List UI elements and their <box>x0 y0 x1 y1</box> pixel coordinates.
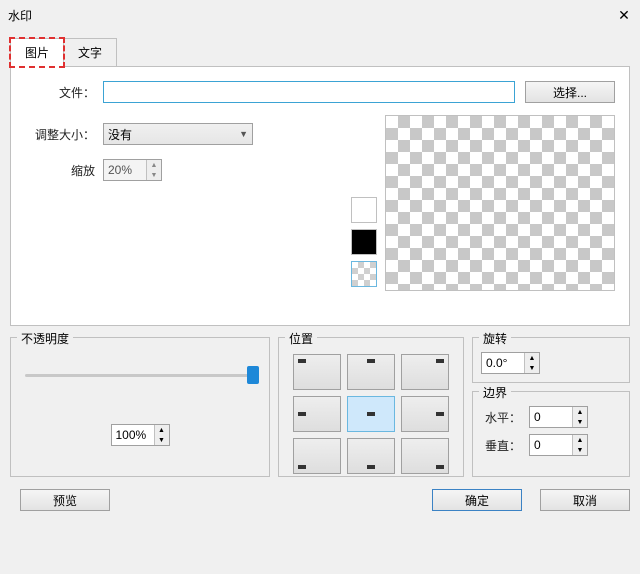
file-input[interactable] <box>103 81 515 103</box>
tab-image[interactable]: 图片 <box>10 38 64 67</box>
window-title: 水印 <box>8 7 616 24</box>
resize-select[interactable]: 没有 ▼ <box>103 123 253 145</box>
border-h-spinner[interactable]: ▲▼ <box>529 406 588 428</box>
border-group: 边界 水平： ▲▼ 垂直： ▲▼ <box>472 391 630 477</box>
watermark-dialog: 水印 ✕ 图片 文字 文件： 选择... 调整大小： 没有 ▼ 缩放 ▲▼ <box>0 0 640 574</box>
position-group: 位置 <box>278 337 464 477</box>
arrow-down-icon[interactable]: ▼ <box>525 363 539 373</box>
rotation-group: 旋转 ▲▼ <box>472 337 630 383</box>
scale-spinner: ▲▼ <box>103 159 162 181</box>
rotation-spinner[interactable]: ▲▼ <box>481 352 540 374</box>
position-grid <box>287 354 455 474</box>
opacity-input[interactable] <box>112 425 154 445</box>
preview-button[interactable]: 预览 <box>20 489 110 511</box>
choose-button[interactable]: 选择... <box>525 81 615 103</box>
slider-track <box>25 374 255 377</box>
border-v-label: 垂直： <box>481 437 529 454</box>
arrow-up-icon: ▲ <box>147 160 161 170</box>
opacity-spinner[interactable]: ▲▼ <box>111 424 170 446</box>
tab-strip: 图片 文字 <box>0 30 640 67</box>
pos-middle-right[interactable] <box>401 396 449 432</box>
opacity-group: 不透明度 ▲▼ <box>10 337 270 477</box>
rotation-input[interactable] <box>482 353 524 373</box>
arrow-up-icon[interactable]: ▲ <box>155 425 169 435</box>
arrow-down-icon[interactable]: ▼ <box>155 435 169 445</box>
cancel-button[interactable]: 取消 <box>540 489 630 511</box>
tab-text[interactable]: 文字 <box>63 38 117 67</box>
chevron-down-icon: ▼ <box>239 129 248 139</box>
arrow-down-icon[interactable]: ▼ <box>573 445 587 455</box>
ok-button[interactable]: 确定 <box>432 489 522 511</box>
opacity-title: 不透明度 <box>17 330 73 347</box>
background-swatches <box>351 197 377 287</box>
pos-middle-left[interactable] <box>293 396 341 432</box>
resize-label: 调整大小： <box>25 126 103 143</box>
position-title: 位置 <box>285 330 317 347</box>
footer: 预览 确定 取消 <box>0 477 640 523</box>
slider-thumb[interactable] <box>247 366 259 384</box>
pos-bottom-center[interactable] <box>347 438 395 474</box>
swatch-white[interactable] <box>351 197 377 223</box>
border-v-spinner[interactable]: ▲▼ <box>529 434 588 456</box>
scale-label: 缩放 <box>25 162 103 179</box>
border-h-input[interactable] <box>530 407 572 427</box>
titlebar: 水印 ✕ <box>0 0 640 30</box>
spinner-arrows: ▲▼ <box>146 160 161 180</box>
resize-value: 没有 <box>108 126 132 143</box>
arrow-up-icon[interactable]: ▲ <box>573 407 587 417</box>
arrow-down-icon[interactable]: ▼ <box>573 417 587 427</box>
arrow-down-icon: ▼ <box>147 170 161 180</box>
file-label: 文件： <box>25 84 103 101</box>
pos-top-center[interactable] <box>347 354 395 390</box>
swatch-transparent[interactable] <box>351 261 377 287</box>
pos-top-left[interactable] <box>293 354 341 390</box>
arrow-up-icon[interactable]: ▲ <box>573 435 587 445</box>
pos-bottom-right[interactable] <box>401 438 449 474</box>
image-pane: 文件： 选择... 调整大小： 没有 ▼ 缩放 ▲▼ <box>10 66 630 326</box>
border-v-input[interactable] <box>530 435 572 455</box>
close-icon[interactable]: ✕ <box>616 7 632 23</box>
opacity-slider[interactable] <box>25 364 255 388</box>
border-title: 边界 <box>479 384 511 401</box>
arrow-up-icon[interactable]: ▲ <box>525 353 539 363</box>
preview-canvas <box>385 115 615 291</box>
border-h-label: 水平： <box>481 409 529 426</box>
pos-middle-center[interactable] <box>347 396 395 432</box>
pos-bottom-left[interactable] <box>293 438 341 474</box>
rotation-title: 旋转 <box>479 330 511 347</box>
right-groups: 旋转 ▲▼ 边界 水平： ▲▼ 垂直： <box>472 337 630 477</box>
swatch-black[interactable] <box>351 229 377 255</box>
scale-input <box>104 160 146 180</box>
lower-panels: 不透明度 ▲▼ 位置 <box>0 337 640 477</box>
pos-top-right[interactable] <box>401 354 449 390</box>
spinner-arrows: ▲▼ <box>154 425 169 445</box>
